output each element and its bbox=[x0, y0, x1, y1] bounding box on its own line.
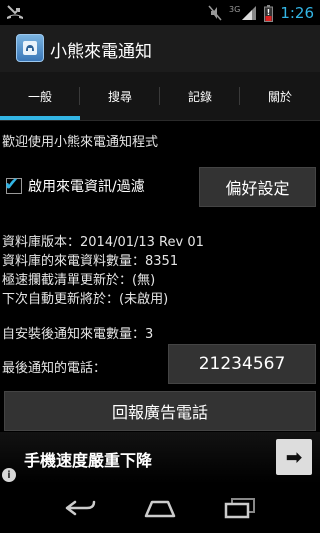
arrow-right-icon: ➡ bbox=[285, 445, 303, 469]
home-icon bbox=[144, 500, 176, 518]
ad-info-icon[interactable]: i bbox=[2, 468, 16, 482]
last-call-number[interactable]: 21234567 bbox=[168, 344, 316, 384]
recents-icon bbox=[224, 498, 255, 519]
recents-button[interactable] bbox=[222, 494, 258, 522]
next-update-text: 下次自動更新將於：(未啟用) bbox=[2, 292, 169, 307]
ad-arrow-button[interactable]: ➡ bbox=[276, 439, 312, 475]
enable-filter-row[interactable]: ✔ 啟用來電資訊/過濾 bbox=[4, 174, 145, 196]
ad-banner[interactable]: 手機速度嚴重下降 ➡ i bbox=[0, 432, 320, 484]
report-ad-call-button[interactable]: 回報廣告電話 bbox=[4, 391, 316, 431]
tab-search[interactable]: 搜尋 bbox=[80, 72, 160, 120]
app-title: 小熊來電通知 bbox=[50, 42, 152, 62]
action-bar: 小熊來電通知 bbox=[0, 25, 320, 72]
app-icon[interactable] bbox=[16, 34, 44, 62]
last-call-label: 最後通知的電話： bbox=[2, 361, 107, 376]
mute-icon bbox=[208, 5, 222, 21]
checkmark-icon: ✔ bbox=[4, 174, 20, 195]
phone-icon bbox=[23, 41, 37, 55]
enable-filter-checkbox[interactable]: ✔ bbox=[4, 174, 22, 195]
tab-log[interactable]: 記錄 bbox=[160, 72, 240, 120]
battery-icon: ! bbox=[264, 4, 274, 22]
enable-filter-label[interactable]: 啟用來電資訊/過濾 bbox=[28, 176, 145, 196]
home-button[interactable] bbox=[142, 494, 178, 522]
status-clock: 1:26 bbox=[280, 4, 314, 22]
missed-call-icon bbox=[7, 5, 23, 19]
svg-text:!: ! bbox=[267, 8, 271, 17]
preferences-button[interactable]: 偏好設定 bbox=[199, 167, 316, 207]
signal-icon bbox=[242, 6, 257, 20]
ad-text[interactable]: 手機速度嚴重下降 bbox=[24, 447, 152, 471]
status-bar: 3G ! 1:26 bbox=[0, 0, 320, 25]
tab-bar: 一般 搜尋 記錄 關於 bbox=[0, 72, 320, 121]
db-version-text: 資料庫版本：2014/01/13 Rev 01 bbox=[2, 235, 204, 250]
blocklist-updated-text: 極速攔截清單更新於：(無) bbox=[2, 273, 156, 288]
db-count-text: 資料庫的來電資料數量：8351 bbox=[2, 254, 179, 269]
back-button[interactable] bbox=[62, 494, 98, 522]
notified-count-text: 自安裝後通知來電數量：3 bbox=[2, 327, 154, 342]
tab-about[interactable]: 關於 bbox=[240, 72, 320, 120]
network-type: 3G bbox=[229, 4, 241, 14]
tab-general[interactable]: 一般 bbox=[0, 72, 80, 120]
tab-label: 搜尋 bbox=[107, 89, 132, 104]
tab-label: 關於 bbox=[267, 89, 292, 104]
navigation-bar bbox=[0, 484, 320, 533]
welcome-text: 歡迎使用小熊來電通知程式 bbox=[2, 135, 159, 150]
tab-label: 記錄 bbox=[187, 89, 212, 104]
back-icon bbox=[65, 500, 96, 516]
tab-label: 一般 bbox=[27, 89, 52, 104]
